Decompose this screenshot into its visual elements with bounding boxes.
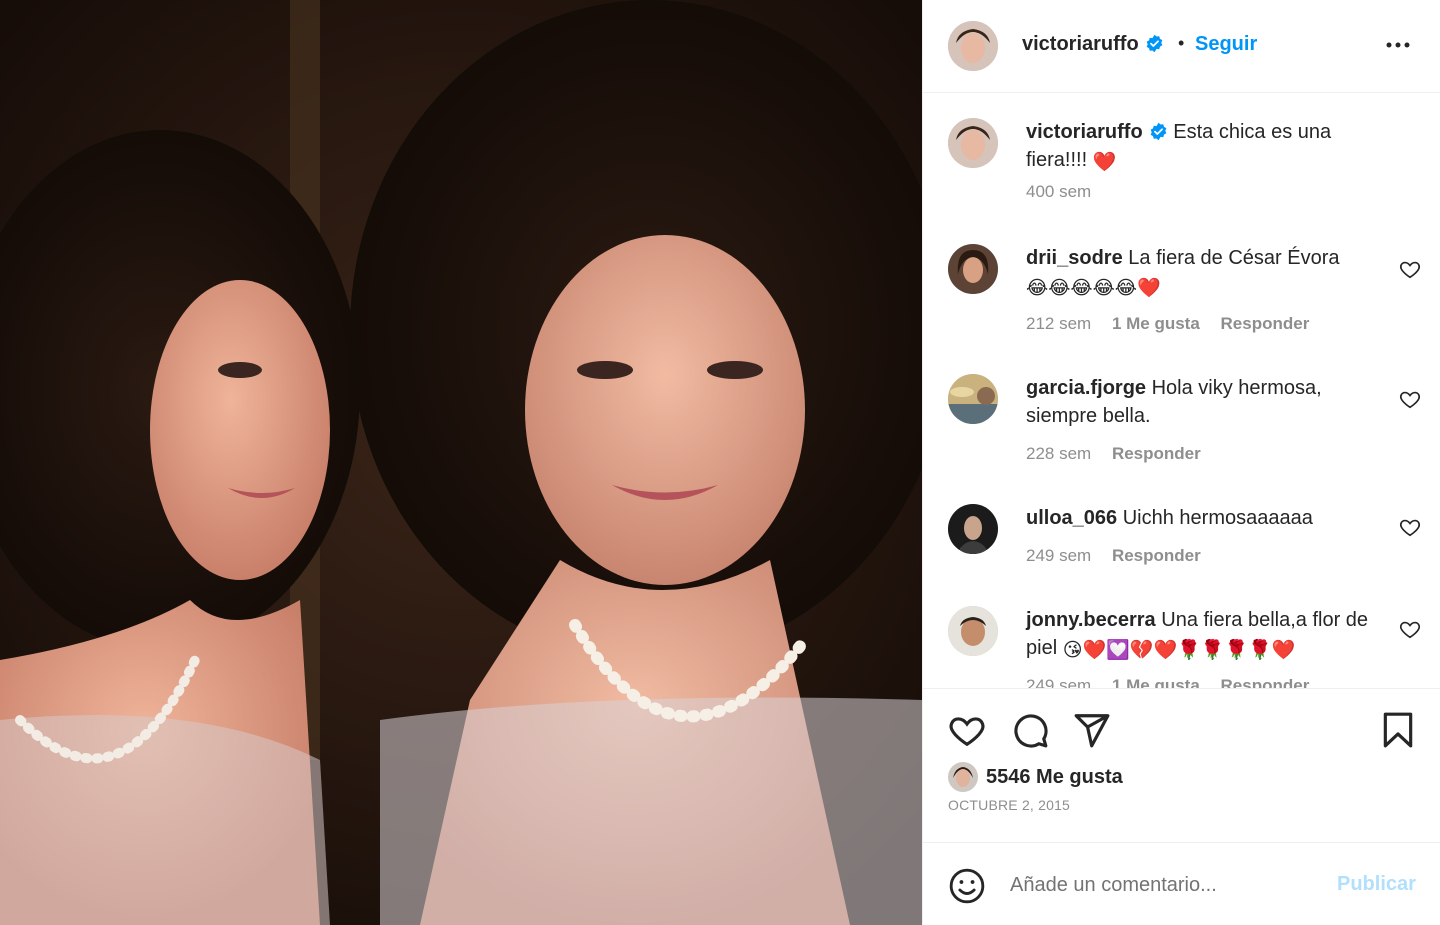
like-heart-icon[interactable]: [948, 711, 986, 749]
verified-badge-icon: [1146, 34, 1163, 53]
verified-badge-icon: [1150, 122, 1167, 141]
author-username[interactable]: victoriaruffo: [1022, 33, 1164, 56]
commenter-avatar[interactable]: [948, 244, 998, 294]
post-photo[interactable]: [0, 0, 922, 925]
caption-meta: 400 sem: [1026, 182, 1107, 202]
share-icon[interactable]: [1073, 711, 1111, 749]
separator-dot: •: [1178, 33, 1185, 53]
post-actions: 5546 Me gusta OCTUBRE 2, 2015: [923, 688, 1440, 843]
comment-age: 249 sem: [1026, 546, 1092, 565]
liker-avatar[interactable]: [948, 762, 978, 792]
reply-button[interactable]: Responder: [1112, 546, 1201, 565]
reply-button[interactable]: Responder: [1221, 314, 1310, 333]
caption-username[interactable]: victoriaruffo: [1026, 121, 1143, 143]
comment-icon[interactable]: [1011, 711, 1049, 749]
post-image: [0, 0, 922, 925]
follow-button[interactable]: Seguir: [1195, 33, 1257, 56]
comment-username[interactable]: jonny.becerra: [1026, 609, 1156, 631]
author-avatar[interactable]: [948, 118, 998, 168]
comment-emojis: 😂😂😂😂😂❤️: [1026, 278, 1161, 299]
comment-message: La fiera de César Évora: [1128, 247, 1340, 269]
add-comment-bar: Publicar: [923, 843, 1440, 925]
comment-age: 249 sem: [1026, 676, 1092, 688]
post-date: OCTUBRE 2, 2015: [948, 797, 1071, 813]
more-options-icon[interactable]: [1383, 30, 1413, 60]
comment-text: ulloa_066 Uichh hermosaaaaaa: [1026, 504, 1378, 532]
heart-icon[interactable]: [1399, 618, 1421, 640]
comment-emojis: 😘❤️💟💔❤️🌹🌹🌹🌹❤️: [1062, 640, 1296, 661]
caption-heart-emoji: ❤️: [1092, 152, 1117, 173]
reply-button[interactable]: Responder: [1112, 444, 1201, 463]
comment-meta: 212 sem 1 Me gusta Responder: [1026, 314, 1325, 334]
commenter-avatar[interactable]: [948, 374, 998, 424]
heart-icon[interactable]: [1399, 388, 1421, 410]
comment-meta: 228 sem Responder: [1026, 444, 1217, 464]
comment-username[interactable]: drii_sodre: [1026, 247, 1123, 269]
heart-icon[interactable]: [1399, 258, 1421, 280]
comment-likes[interactable]: 1 Me gusta: [1112, 676, 1200, 688]
author-avatar[interactable]: [948, 21, 998, 71]
commenter-avatar[interactable]: [948, 606, 998, 656]
comment-likes[interactable]: 1 Me gusta: [1112, 314, 1200, 333]
comment-age: 228 sem: [1026, 444, 1092, 463]
comment-text: drii_sodre La fiera de César Évora 😂😂😂😂😂❤…: [1026, 244, 1378, 300]
comment-input[interactable]: [1010, 869, 1320, 901]
heart-icon[interactable]: [1399, 516, 1421, 538]
publish-button[interactable]: Publicar: [1337, 873, 1416, 896]
comment-username[interactable]: garcia.fjorge: [1026, 377, 1146, 399]
caption-text: victoriaruffo Esta chica es una fiera!!!…: [1026, 118, 1378, 174]
post-header: victoriaruffo • Seguir: [923, 0, 1440, 93]
likes-count[interactable]: 5546 Me gusta: [986, 766, 1123, 789]
comment-username[interactable]: ulloa_066: [1026, 507, 1117, 529]
emoji-smile-icon[interactable]: [948, 867, 986, 905]
comment-text: jonny.becerra Una fiera bella,a flor de …: [1026, 606, 1378, 662]
comments-list[interactable]: victoriaruffo Esta chica es una fiera!!!…: [923, 94, 1440, 688]
comment-meta: 249 sem 1 Me gusta Responder: [1026, 676, 1325, 688]
post-details-panel: victoriaruffo • Seguir victoriaruffo Est…: [922, 0, 1440, 925]
comment-age: 212 sem: [1026, 314, 1092, 333]
bookmark-icon[interactable]: [1379, 711, 1417, 749]
comment-meta: 249 sem Responder: [1026, 546, 1217, 566]
commenter-avatar[interactable]: [948, 504, 998, 554]
comment-text: garcia.fjorge Hola viky hermosa, siempre…: [1026, 374, 1378, 430]
reply-button[interactable]: Responder: [1221, 676, 1310, 688]
comment-message: Uichh hermosaaaaaa: [1122, 507, 1313, 529]
caption-age: 400 sem: [1026, 182, 1092, 201]
